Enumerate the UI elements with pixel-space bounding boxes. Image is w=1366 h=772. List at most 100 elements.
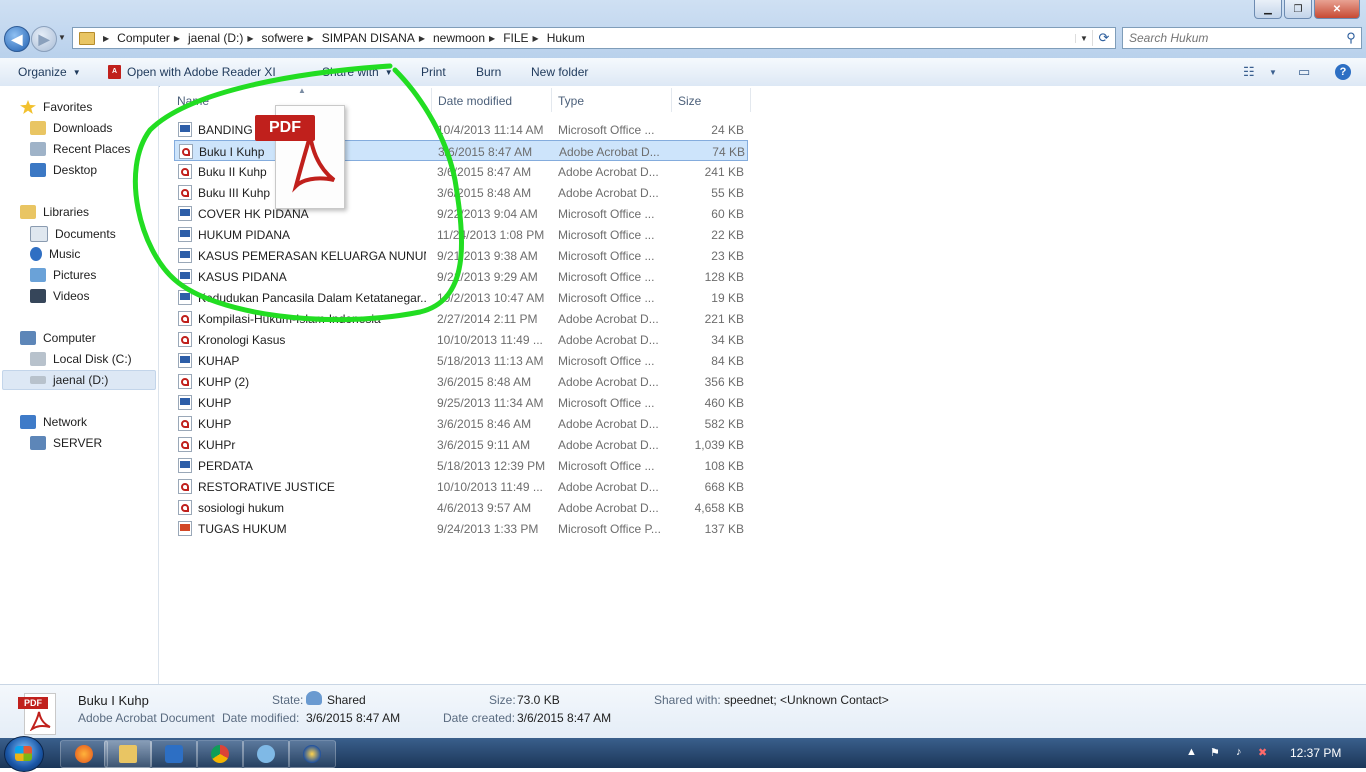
breadcrumb-chevron-icon[interactable]: ▶ (489, 34, 495, 43)
nav-libraries[interactable]: Libraries (20, 205, 89, 219)
burn-button[interactable]: Burn (476, 65, 501, 79)
nav-label: Network (43, 415, 88, 429)
refresh-icon[interactable]: ⟳ (1092, 30, 1115, 46)
maximize-button[interactable]: ❐ (1284, 0, 1312, 19)
nav-videos[interactable]: Videos (30, 289, 89, 303)
nav-label: Local Disk (C:) (53, 352, 132, 366)
breadcrumb-item[interactable]: Hukum (547, 31, 585, 45)
nav-network[interactable]: Network (20, 415, 87, 429)
network-disconnected-icon[interactable]: ✖ (1258, 746, 1267, 759)
file-row[interactable]: sosiologi hukum 4/6/2013 9:57 AM Adobe Acr… (174, 497, 748, 518)
breadcrumb-item[interactable]: sofwere ▶ (262, 31, 322, 45)
file-row[interactable]: KASUS PEMERASAN KELUARGA NUNUNG 9/21/2013… (174, 245, 748, 266)
nav-documents[interactable]: Documents (30, 226, 116, 242)
minimize-button[interactable]: ▁ (1254, 0, 1282, 19)
file-row[interactable]: HUKUM PIDANA 11/24/2013 1:08 PM Microsoft … (174, 224, 748, 245)
drag-ghost-pdf: PDF (255, 105, 345, 209)
file-name: sosiologi hukum (198, 501, 285, 515)
breadcrumb-chevron-icon[interactable]: ▶ (247, 34, 253, 43)
nav-local-disk-c[interactable]: Local Disk (C:) (30, 352, 132, 366)
open-with-button[interactable]: A Open with Adobe Reader XI (108, 65, 276, 79)
size-value: 73.0 KB (517, 693, 560, 707)
organize-button[interactable]: Organize ▼ (18, 65, 81, 79)
file-row[interactable]: KASUS PIDANA 9/21/2013 9:29 AM Microsoft O… (174, 266, 748, 287)
share-with-button[interactable]: Share with ▼ (322, 65, 393, 79)
nav-desktop[interactable]: Desktop (30, 163, 97, 177)
search-box[interactable]: ⚲ (1122, 27, 1362, 49)
file-row[interactable]: KUHP 9/25/2013 11:34 AM Microsoft Office .… (174, 392, 748, 413)
breadcrumb-chevron-icon[interactable]: ▶ (103, 34, 109, 43)
nav-music[interactable]: Music (30, 247, 80, 261)
file-row[interactable]: KUHPr 3/6/2015 9:11 AM Adobe Acrobat D... 1… (174, 434, 748, 455)
breadcrumb-chevron-icon[interactable]: ▶ (174, 34, 180, 43)
new-folder-button[interactable]: New folder (531, 65, 588, 79)
file-size: 668 KB (704, 480, 744, 494)
column-divider[interactable] (431, 88, 432, 112)
nav-downloads[interactable]: Downloads (30, 121, 112, 135)
file-date-modified: 5/18/2013 11:13 AM (437, 354, 544, 368)
search-input[interactable] (1123, 30, 1341, 46)
address-bar[interactable]: ▶ Computer ▶ jaenal (D:) ▶ sofwere ▶ SIMPAN DI… (72, 27, 1116, 49)
taskbar-globe[interactable] (288, 740, 336, 768)
start-button[interactable] (4, 736, 44, 772)
modified-value: 3/6/2015 8:47 AM (306, 711, 401, 725)
change-view-icon[interactable]: ☷ (1243, 64, 1255, 80)
action-center-icon[interactable]: ⚑ (1210, 746, 1220, 759)
help-icon[interactable]: ? (1335, 64, 1351, 80)
file-type: Microsoft Office ... (558, 228, 655, 242)
file-date-modified: 10/2/2013 10:47 AM (437, 291, 545, 305)
breadcrumb-chevron-icon[interactable]: ▶ (419, 34, 425, 43)
column-header-name[interactable]: Name (177, 94, 209, 108)
recent-pages-dropdown[interactable]: ▼ (58, 33, 66, 42)
nav-favorites[interactable]: Favorites (20, 100, 92, 114)
column-divider[interactable] (750, 88, 751, 112)
file-row[interactable]: KUHP 3/6/2015 8:46 AM Adobe Acrobat D... 58… (174, 413, 748, 434)
nav-recent-places[interactable]: Recent Places (30, 142, 130, 156)
taskbar-firefox[interactable] (60, 740, 108, 768)
taskbar-media-player[interactable] (150, 740, 198, 768)
nav-pictures[interactable]: Pictures (30, 268, 96, 282)
breadcrumb-label: sofwere (261, 31, 304, 45)
breadcrumb-chevron-icon[interactable]: ▶ (533, 34, 539, 43)
nav-label: Recent Places (53, 142, 131, 156)
file-row[interactable]: KUHAP 5/18/2013 11:13 AM Microsoft Office … (174, 350, 748, 371)
details-subtitle: Adobe Acrobat Document (78, 711, 215, 725)
file-row[interactable]: TUGAS HUKUM 9/24/2013 1:33 PM Microsoft Of… (174, 518, 748, 539)
taskbar-app[interactable] (242, 740, 290, 768)
view-options-chevron-icon[interactable]: ▼ (1269, 68, 1277, 77)
file-row[interactable]: PERDATA 5/18/2013 12:39 PM Microsoft Offic… (174, 455, 748, 476)
column-header-size[interactable]: Size (678, 94, 701, 108)
file-row[interactable]: Kompilasi-Hukum-Islam-Indonesia 2/27/2014… (174, 308, 748, 329)
close-button[interactable]: ✕ (1314, 0, 1360, 19)
nav-server[interactable]: SERVER (30, 436, 102, 450)
breadcrumb-item[interactable]: jaenal (D:) ▶ (188, 31, 262, 45)
file-date-modified: 9/21/2013 9:38 AM (437, 249, 538, 263)
file-row[interactable]: Kronologi Kasus 10/10/2013 11:49 ... Adobe… (174, 329, 748, 350)
column-divider[interactable] (551, 88, 552, 112)
print-button[interactable]: Print (421, 65, 446, 79)
preview-pane-icon[interactable]: ▭ (1298, 64, 1310, 80)
taskbar-chrome[interactable] (196, 740, 244, 768)
breadcrumb-chevron-icon[interactable]: ▶ (308, 34, 314, 43)
breadcrumb-item[interactable]: FILE ▶ (503, 31, 547, 45)
taskbar-explorer[interactable] (104, 740, 152, 768)
file-row[interactable]: KUHP (2) 3/6/2015 8:48 AM Adobe Acrobat D.… (174, 371, 748, 392)
breadcrumb-item[interactable]: Computer ▶ (117, 31, 188, 45)
column-header-type[interactable]: Type (558, 94, 584, 108)
nav-label: Favorites (43, 100, 93, 114)
nav-computer[interactable]: Computer (20, 331, 96, 345)
volume-icon[interactable]: ♪ (1236, 746, 1242, 758)
show-hidden-icons[interactable]: ▲ (1186, 746, 1197, 758)
back-button[interactable]: ◀ (4, 26, 30, 52)
address-dropdown-icon[interactable]: ▼ (1075, 33, 1092, 43)
file-row[interactable]: RESTORATIVE JUSTICE 10/10/2013 11:49 ... A… (174, 476, 748, 497)
column-header-date[interactable]: Date modified (438, 94, 512, 108)
breadcrumb-item[interactable]: newmoon ▶ (433, 31, 503, 45)
system-clock[interactable]: 12:37 PM (1290, 746, 1341, 760)
file-row[interactable]: Kedudukan Pancasila Dalam Ketatanegar...… (174, 287, 748, 308)
breadcrumb-item[interactable]: SIMPAN DISANA ▶ (322, 31, 433, 45)
nav-jaenal-d[interactable]: jaenal (D:) (30, 373, 108, 387)
forward-button[interactable]: ▶ (31, 26, 57, 52)
column-divider[interactable] (671, 88, 672, 112)
search-icon[interactable]: ⚲ (1341, 30, 1361, 46)
